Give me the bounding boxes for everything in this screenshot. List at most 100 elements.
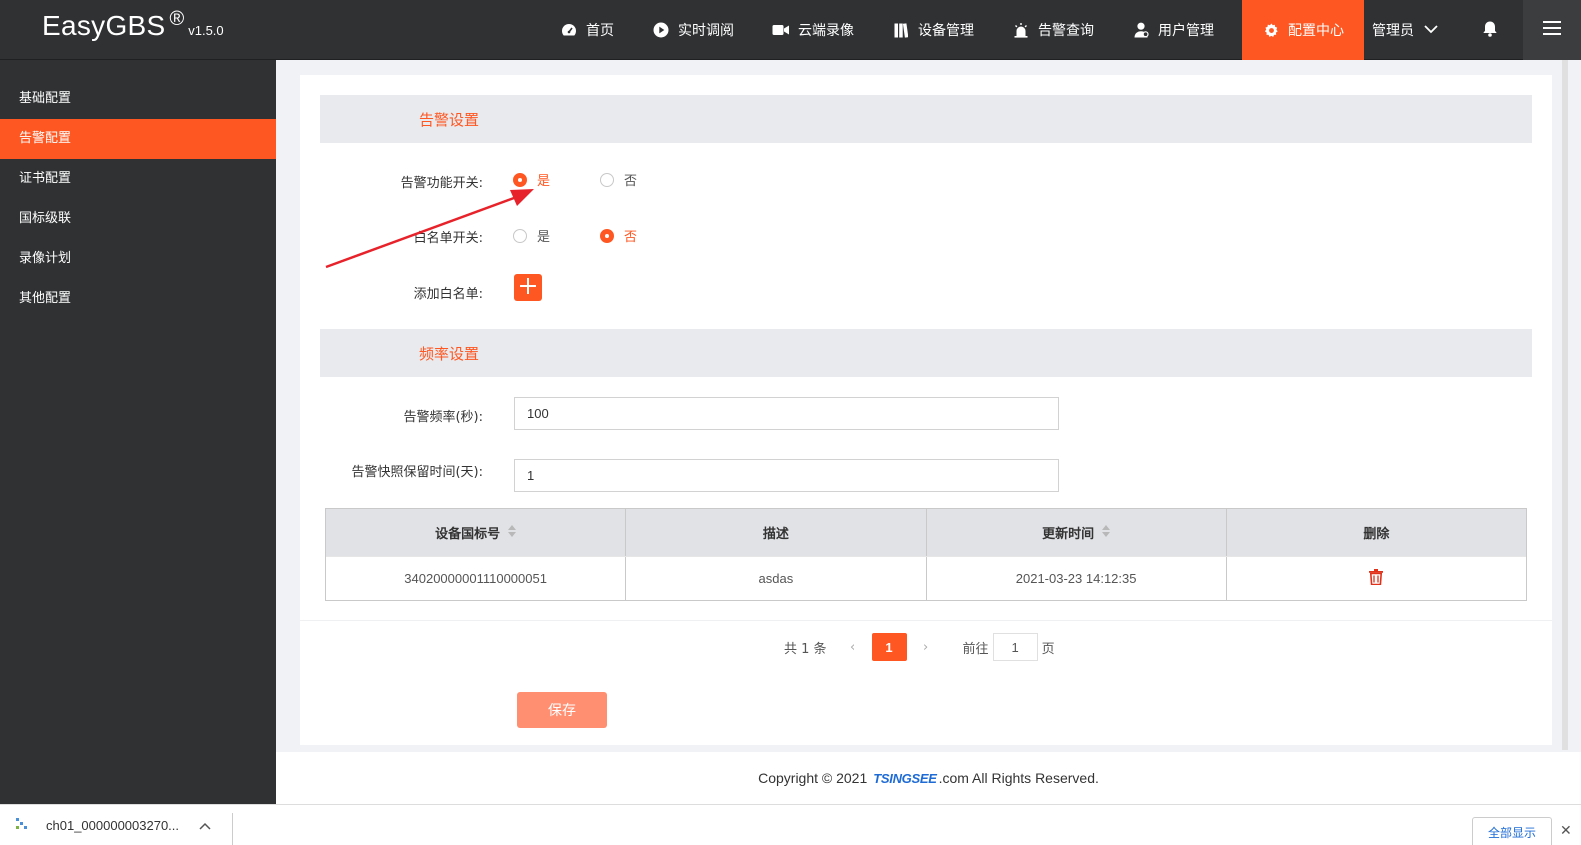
section-header-frequency: 频率设置 xyxy=(320,329,1532,377)
sidebar-item-alarm-config[interactable]: 告警配置 xyxy=(0,119,276,159)
sort-icon[interactable] xyxy=(1102,524,1111,541)
dashboard-icon xyxy=(560,23,578,37)
file-icon xyxy=(16,817,32,834)
radio-dot xyxy=(513,228,527,243)
sidebar-item-basic-config[interactable]: 基础配置 xyxy=(0,79,276,119)
pager-goto-label: 前往 xyxy=(962,641,989,657)
nav-live-view[interactable]: 实时调阅 xyxy=(642,0,744,60)
download-item[interactable]: ch01_000000003270... xyxy=(16,817,211,834)
cell-description: asdas xyxy=(626,557,927,600)
chevron-right-icon[interactable]: › xyxy=(916,640,936,655)
table-header: 设备国标号 描述 更新时间 删除 xyxy=(326,509,1526,556)
nav-config-center[interactable]: 配置中心 xyxy=(1242,0,1364,60)
whitelist-switch-no-radio[interactable]: 否 xyxy=(600,226,637,245)
show-all-button[interactable]: 全部显示 xyxy=(1472,817,1552,845)
column-header-description: 描述 xyxy=(626,509,927,556)
nav-cloud-recording[interactable]: 云端录像 xyxy=(762,0,864,60)
top-bar: EasyGBS ®v1.5.0 首页 实时调阅 云端录像 设备管理 告警查询 用… xyxy=(0,0,1581,60)
cell-update-time: 2021-03-23 14:12:35 xyxy=(927,557,1227,600)
chevron-left-icon[interactable]: ‹ xyxy=(843,640,863,655)
nav-alarm-query[interactable]: 告警查询 xyxy=(1002,0,1104,60)
registered-mark: ® xyxy=(169,8,185,30)
radio-label: 是 xyxy=(537,230,551,245)
user-name: 管理员 xyxy=(1372,23,1414,39)
nav-label: 实时调阅 xyxy=(678,23,734,39)
user-icon xyxy=(1132,22,1150,38)
table-row: 34020000001110000051 asdas 2021-03-23 14… xyxy=(326,556,1526,600)
radio-dot xyxy=(513,172,527,187)
app-brand[interactable]: EasyGBS ®v1.5.0 xyxy=(42,8,224,42)
section-title: 频率设置 xyxy=(419,345,480,363)
plus-icon xyxy=(520,277,536,298)
radio-dot xyxy=(600,172,614,187)
alarm-frequency-input[interactable]: 100 xyxy=(514,397,1059,430)
nav-device-management[interactable]: 设备管理 xyxy=(882,0,984,60)
header-label: 删除 xyxy=(1363,527,1390,542)
pager-current-page[interactable]: 1 xyxy=(871,633,907,661)
sidebar-item-recording-plan[interactable]: 录像计划 xyxy=(0,239,276,279)
config-panel: 告警设置 告警功能开关: 是 否 白名单开关: 是 否 添加白名单: 频率设置 … xyxy=(300,75,1552,745)
add-whitelist-label: 添加白名单: xyxy=(413,287,483,302)
download-file-name: ch01_000000003270... xyxy=(46,818,180,833)
cell-device-id: 34020000001110000051 xyxy=(326,557,627,600)
radio-label: 是 xyxy=(537,174,551,189)
snapshot-retention-input[interactable]: 1 xyxy=(514,459,1059,492)
whitelist-switch-yes-radio[interactable]: 是 xyxy=(513,226,550,245)
bell-icon[interactable] xyxy=(1482,20,1498,42)
column-header-update-time[interactable]: 更新时间 xyxy=(927,509,1227,556)
save-button[interactable]: 保存 xyxy=(517,692,607,728)
close-icon[interactable]: ✕ xyxy=(1560,823,1572,839)
sidebar-item-other-config[interactable]: 其他配置 xyxy=(0,279,276,319)
pagination: 共 1 条 ‹ 1 › 前往 1 页 xyxy=(784,632,1055,662)
play-icon xyxy=(652,22,670,38)
snapshot-retention-label: 告警快照保留时间(天): xyxy=(351,465,483,480)
section-header-alarm: 告警设置 xyxy=(320,95,1532,143)
gear-icon xyxy=(1262,22,1280,38)
footer-rights: .com All Rights Reserved. xyxy=(938,770,1099,786)
divider xyxy=(232,813,233,845)
sort-icon[interactable] xyxy=(508,524,517,541)
video-camera-icon xyxy=(772,24,790,36)
alarm-switch-label: 告警功能开关: xyxy=(400,176,483,191)
nav-label: 用户管理 xyxy=(1158,23,1214,39)
alarm-switch-yes-radio[interactable]: 是 xyxy=(513,170,550,189)
hamburger-menu-button[interactable] xyxy=(1523,0,1581,60)
sidebar-item-certificate-config[interactable]: 证书配置 xyxy=(0,159,276,199)
alarm-switch-no-radio[interactable]: 否 xyxy=(600,170,637,189)
footer: Copyright © 2021 TSINGSEE .com All Right… xyxy=(276,752,1581,804)
chevron-down-icon xyxy=(1424,22,1438,38)
pager-goto-input[interactable]: 1 xyxy=(992,633,1038,661)
pager-page-suffix: 页 xyxy=(1041,641,1055,657)
sidebar: 基础配置 告警配置 证书配置 国标级联 录像计划 其他配置 xyxy=(0,60,276,804)
radio-label: 否 xyxy=(624,174,638,189)
pager-total: 共 1 条 xyxy=(784,641,827,657)
column-header-device-id[interactable]: 设备国标号 xyxy=(326,509,627,556)
tsingsee-logo: TSINGSEE xyxy=(873,770,937,786)
footer-copyright: Copyright © 2021 xyxy=(758,770,868,786)
sidebar-item-gb-cascade[interactable]: 国标级联 xyxy=(0,199,276,239)
radio-label: 否 xyxy=(624,230,638,245)
scrollbar[interactable] xyxy=(1562,60,1568,750)
alarm-icon xyxy=(1012,22,1030,38)
radio-dot xyxy=(600,228,614,243)
column-header-delete: 删除 xyxy=(1227,509,1526,556)
nav-label: 云端录像 xyxy=(798,23,854,39)
device-icon xyxy=(892,22,910,38)
nav-label: 告警查询 xyxy=(1038,23,1094,39)
app-name: EasyGBS xyxy=(42,10,166,41)
chevron-up-icon[interactable] xyxy=(199,818,211,833)
app-version: v1.5.0 xyxy=(188,23,224,38)
nav-home[interactable]: 首页 xyxy=(550,0,624,60)
header-label: 更新时间 xyxy=(1042,527,1095,542)
divider xyxy=(300,620,1552,621)
nav-label: 设备管理 xyxy=(918,23,974,39)
header-label: 设备国标号 xyxy=(435,527,501,542)
section-title: 告警设置 xyxy=(419,111,480,129)
add-whitelist-button[interactable] xyxy=(514,274,542,301)
alarm-frequency-label: 告警频率(秒): xyxy=(403,410,483,425)
header-label: 描述 xyxy=(762,527,789,542)
user-menu[interactable]: 管理员 xyxy=(1372,0,1438,60)
nav-label: 配置中心 xyxy=(1288,23,1344,39)
trash-icon[interactable] xyxy=(1369,569,1384,588)
nav-user-management[interactable]: 用户管理 xyxy=(1122,0,1224,60)
